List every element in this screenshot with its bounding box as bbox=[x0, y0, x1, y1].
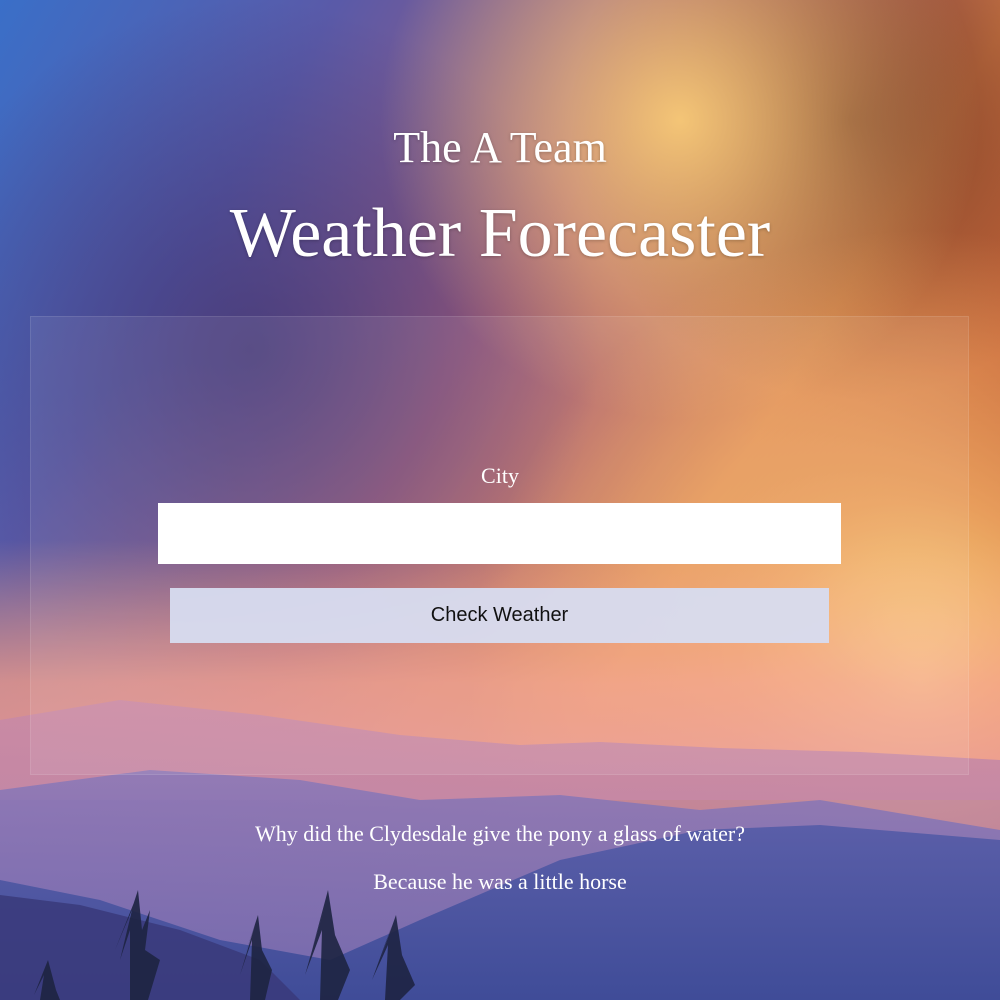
joke-answer: Because he was a little horse bbox=[373, 869, 627, 894]
city-input[interactable] bbox=[158, 503, 841, 564]
check-weather-button[interactable]: Check Weather bbox=[170, 588, 829, 643]
city-label: City bbox=[481, 463, 519, 488]
page-title: Weather Forecaster bbox=[229, 195, 771, 272]
team-name: The A Team bbox=[393, 123, 607, 172]
page-content: The A Team Weather Forecaster City Check… bbox=[0, 0, 1000, 1000]
joke-question: Why did the Clydesdale give the pony a g… bbox=[255, 821, 745, 846]
